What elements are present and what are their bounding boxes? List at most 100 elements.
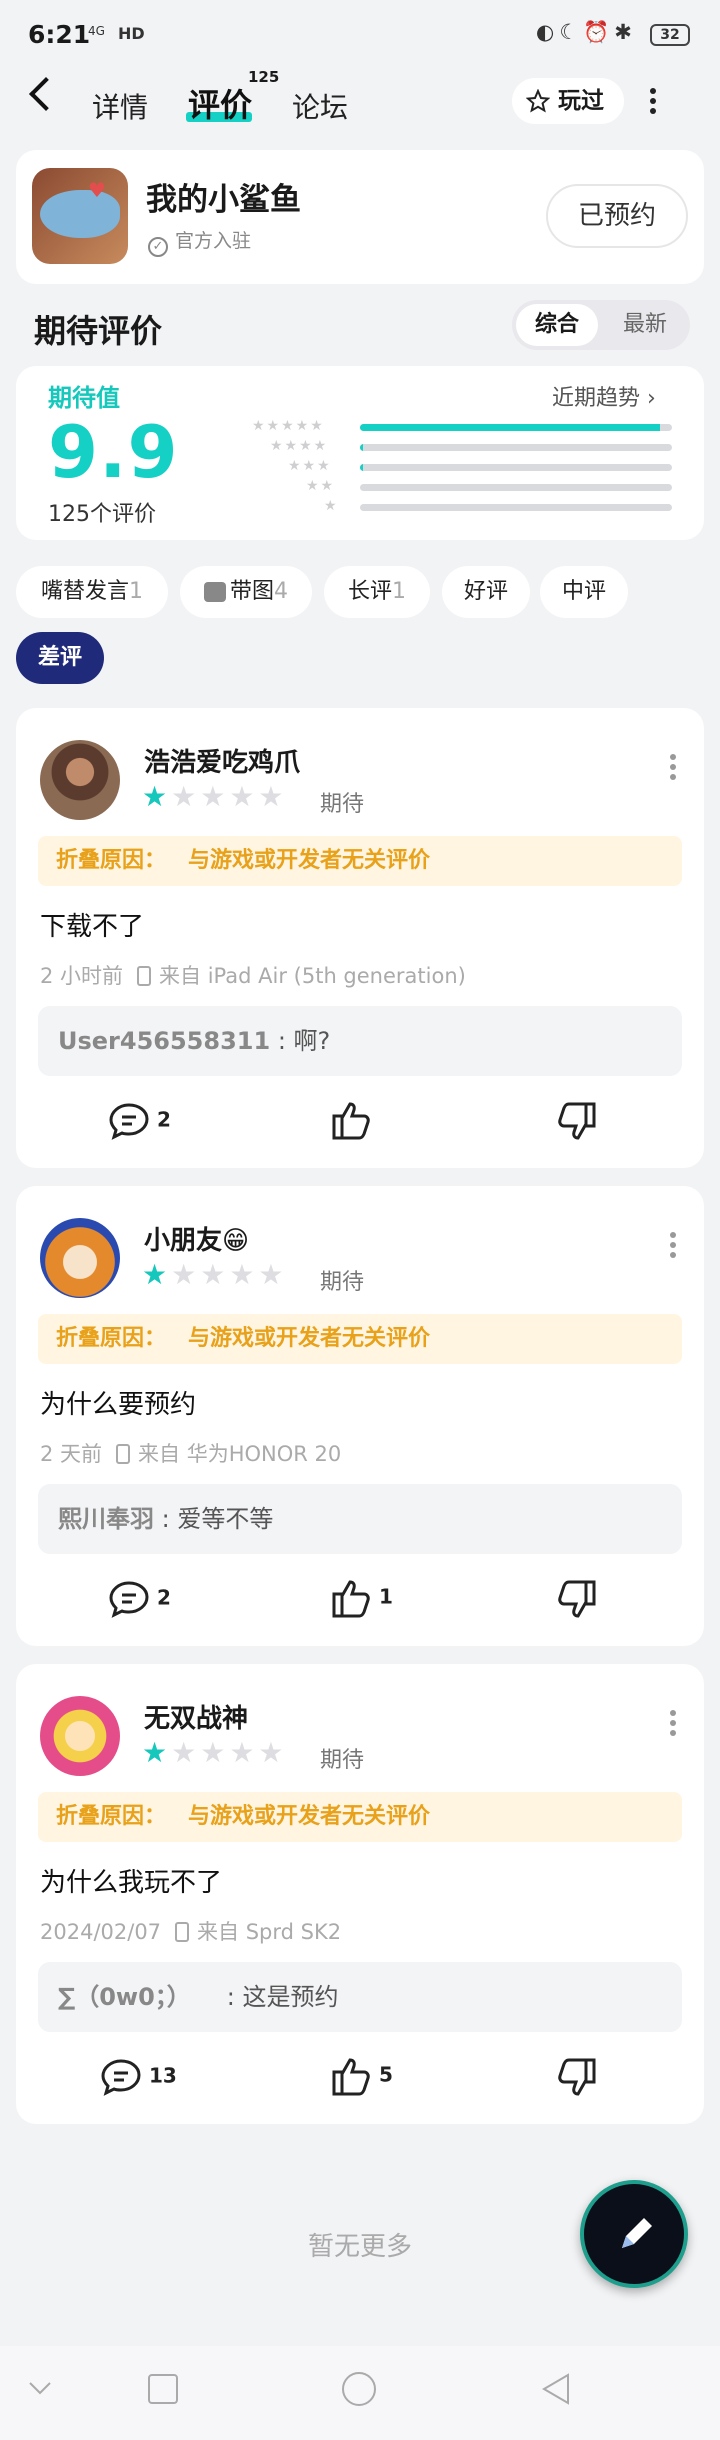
review-username[interactable]: 小朋友😁 <box>144 1220 249 1257</box>
recent-apps-icon[interactable] <box>148 2374 178 2404</box>
comment-button[interactable]: 2 <box>108 1102 171 1140</box>
expectation-tag: 期待 <box>320 1748 365 1773</box>
avatar[interactable] <box>40 1696 120 1776</box>
thumbs-up-icon <box>332 1102 370 1140</box>
played-label: 玩过 <box>558 88 604 114</box>
fold-notice: 折叠原因： 与游戏或开发者无关评价 <box>38 1792 682 1842</box>
check-circle-icon: ✓ <box>148 237 168 257</box>
status-icons: ◐☾⏰✱ <box>536 20 637 44</box>
thumbs-down-icon <box>558 1102 596 1140</box>
review-more-icon[interactable] <box>670 1232 676 1262</box>
official-badge: ✓ 官方入驻 <box>148 226 251 257</box>
three-star-label: ★★★ <box>288 458 332 474</box>
comment-button[interactable]: 13 <box>100 2058 177 2096</box>
four-star-label: ★★★★ <box>270 438 329 454</box>
back-icon[interactable] <box>29 77 63 111</box>
filter-chip-quote[interactable]: 嘴替发言1 <box>16 566 168 618</box>
played-button[interactable]: 玩过 <box>512 78 624 124</box>
one-star-label: ★ <box>324 498 339 514</box>
review-meta: 2 小时前 来自 iPad Air (5th generation) <box>40 964 466 988</box>
dislike-button[interactable] <box>556 1102 598 1142</box>
review-count-badge: 125 <box>248 68 280 86</box>
review-username[interactable]: 浩浩爱吃鸡爪 <box>144 742 300 779</box>
dislike-button[interactable] <box>556 1580 598 1620</box>
like-button[interactable] <box>330 1100 372 1140</box>
review-content: 为什么要预约 <box>40 1390 197 1420</box>
expectation-tag: 期待 <box>320 1270 365 1295</box>
comment-icon <box>101 2059 141 2096</box>
thumbs-down-icon <box>558 2058 596 2096</box>
fold-notice: 折叠原因： 与游戏或开发者无关评价 <box>38 1314 682 1364</box>
star-rating: ★★★★★ <box>142 780 288 813</box>
expectation-tag: 期待 <box>320 792 365 817</box>
filter-chip-negative[interactable]: 差评 <box>16 632 104 684</box>
rating-bar-4 <box>360 444 672 451</box>
like-button[interactable]: 5 <box>330 2056 393 2096</box>
hd-icon: HD <box>118 24 145 43</box>
image-icon <box>203 582 226 602</box>
game-icon[interactable]: ♥ <box>32 168 128 264</box>
shark-image <box>40 190 120 238</box>
more-icon[interactable] <box>650 88 658 118</box>
reply-preview[interactable]: ∑（0w0；） : 这是预约 <box>38 1962 682 2032</box>
rating-bar-2 <box>360 484 672 491</box>
like-button[interactable]: 1 <box>330 1578 393 1618</box>
game-name[interactable]: 我的小鲨鱼 <box>146 174 301 219</box>
avatar[interactable] <box>40 1218 120 1298</box>
pen-icon <box>622 2218 652 2248</box>
review-username[interactable]: 无双战神 <box>144 1698 248 1735</box>
trend-link[interactable]: 近期趋势 › <box>552 380 656 412</box>
filter-chip-long[interactable]: 长评1 <box>324 566 430 618</box>
heart-icon: ♥ <box>88 178 106 202</box>
two-star-label: ★★ <box>306 478 336 494</box>
review-content: 下载不了 <box>40 912 145 942</box>
tab-reviews[interactable]: 评价 <box>188 80 252 126</box>
star-rating: ★★★★★ <box>142 1736 288 1769</box>
tab-forum[interactable]: 论坛 <box>292 86 348 126</box>
comment-button[interactable]: 2 <box>108 1580 171 1618</box>
device-icon <box>116 1444 131 1464</box>
review-more-icon[interactable] <box>670 1710 676 1740</box>
filter-chip-images[interactable]: 带图4 <box>180 566 312 618</box>
filter-chip-positive[interactable]: 好评 <box>442 566 530 618</box>
comment-icon <box>109 1581 149 1618</box>
review-meta: 2024/02/07 来自 Sprd SK2 <box>40 1920 342 1944</box>
fold-notice: 折叠原因： 与游戏或开发者无关评价 <box>38 836 682 886</box>
rating-bar-5 <box>360 424 672 431</box>
five-star-label: ★★★★★ <box>252 418 325 434</box>
system-nav-bar <box>0 2346 720 2440</box>
score-value: 9.9 <box>48 410 179 494</box>
signal-icon: 4G <box>88 24 105 38</box>
device-icon <box>137 966 152 986</box>
battery-icon: 32 <box>650 24 690 46</box>
sort-tab-overall[interactable]: 综合 <box>516 304 598 346</box>
reply-preview[interactable]: User456558311 : 啊? <box>38 1006 682 1076</box>
avatar[interactable] <box>40 740 120 820</box>
back-nav-icon[interactable] <box>540 2372 572 2406</box>
review-content: 为什么我玩不了 <box>40 1868 223 1898</box>
section-title: 期待评价 <box>34 312 163 350</box>
write-review-button[interactable] <box>580 2180 688 2288</box>
home-icon[interactable] <box>342 2372 376 2406</box>
tab-details[interactable]: 详情 <box>92 86 148 126</box>
reserve-button[interactable]: 已预约 <box>546 184 688 248</box>
filter-chip-neutral[interactable]: 中评 <box>540 566 628 618</box>
review-more-icon[interactable] <box>670 754 676 784</box>
thumbs-up-icon <box>332 2058 370 2096</box>
expectation-label: 期待值 <box>48 384 120 412</box>
thumbs-up-icon <box>332 1580 370 1618</box>
star-outline-icon <box>526 89 550 113</box>
device-icon <box>175 1922 190 1942</box>
reply-preview[interactable]: 熙川奉羽 : 爱等不等 <box>38 1484 682 1554</box>
thumbs-down-icon <box>558 1580 596 1618</box>
review-meta: 2 天前 来自 华为HONOR 20 <box>40 1442 342 1466</box>
star-rating: ★★★★★ <box>142 1258 288 1291</box>
status-time: 6:21 <box>28 20 91 49</box>
rating-count: 125个评价 <box>48 502 156 527</box>
chevron-down-icon[interactable] <box>28 2380 52 2396</box>
dislike-button[interactable] <box>556 2058 598 2098</box>
comment-icon <box>109 1103 149 1140</box>
rating-bar-3 <box>360 464 672 471</box>
sort-tab-latest[interactable]: 最新 <box>604 304 686 346</box>
rating-bar-1 <box>360 504 672 511</box>
